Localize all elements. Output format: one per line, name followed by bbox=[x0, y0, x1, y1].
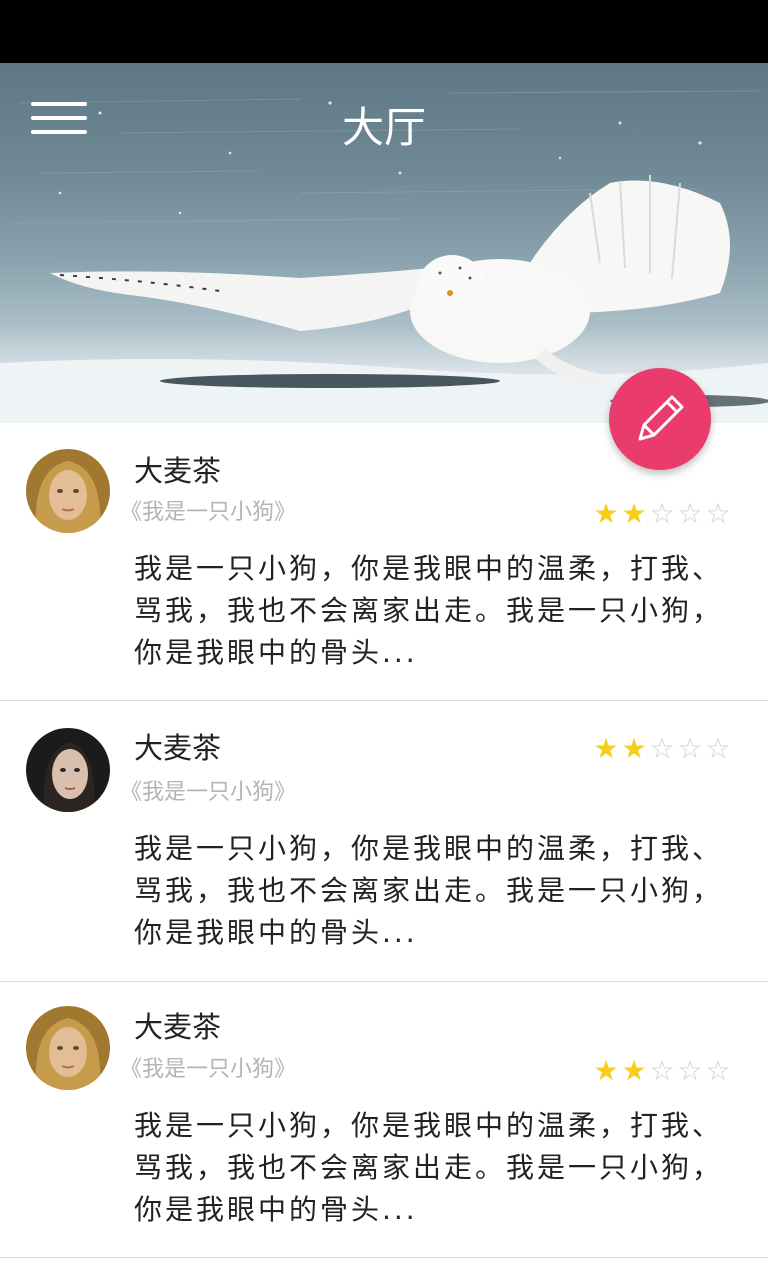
star-filled-icon: ★ bbox=[593, 497, 619, 530]
star-filled-icon: ★ bbox=[593, 1054, 619, 1087]
avatar[interactable] bbox=[26, 449, 110, 533]
post-item[interactable]: 大麦茶 《我是一只小狗》 ★ ★ ☆ ☆ ☆ 我是一只小狗，你是我眼中的温柔，打我、 骂… bbox=[0, 982, 768, 1258]
star-filled-icon: ★ bbox=[621, 497, 647, 530]
star-empty-icon: ☆ bbox=[649, 497, 675, 530]
book-title: 《我是一只小狗》 bbox=[120, 780, 297, 805]
author-name: 大麦茶 bbox=[134, 1010, 222, 1044]
star-filled-icon: ★ bbox=[621, 1054, 647, 1087]
excerpt-line: 我是一只小狗，你是我眼中的温柔，打我、 bbox=[134, 832, 724, 865]
post-list: 大麦茶 《我是一只小狗》 ★ ★ ☆ ☆ ☆ 我是一只小狗，你是我眼中的温柔，打我、 骂… bbox=[0, 423, 768, 1258]
star-rating: ★ ★ ☆ ☆ ☆ bbox=[592, 733, 732, 765]
star-empty-icon: ☆ bbox=[705, 497, 731, 530]
post-excerpt: 我是一只小狗，你是我眼中的温柔，打我、 骂我，我也不会离家出走。我是一只小狗， … bbox=[134, 828, 744, 954]
excerpt-line: 我是一只小狗，你是我眼中的温柔，打我、 bbox=[134, 1109, 724, 1142]
book-title: 《我是一只小狗》 bbox=[120, 500, 297, 525]
post-excerpt: 我是一只小狗，你是我眼中的温柔，打我、 骂我，我也不会离家出走。我是一只小狗， … bbox=[134, 1105, 744, 1231]
star-empty-icon: ☆ bbox=[705, 732, 731, 765]
star-rating: ★ ★ ☆ ☆ ☆ bbox=[592, 1055, 732, 1087]
avatar[interactable] bbox=[26, 728, 110, 812]
star-empty-icon: ☆ bbox=[677, 1054, 703, 1087]
status-bar bbox=[0, 0, 768, 63]
author-name: 大麦茶 bbox=[134, 454, 222, 488]
excerpt-line: 骂我，我也不会离家出走。我是一只小狗， bbox=[134, 1151, 724, 1184]
star-empty-icon: ☆ bbox=[649, 1054, 675, 1087]
star-empty-icon: ☆ bbox=[677, 497, 703, 530]
excerpt-line: 骂我，我也不会离家出走。我是一只小狗， bbox=[134, 874, 724, 907]
star-filled-icon: ★ bbox=[621, 732, 647, 765]
compose-button[interactable] bbox=[609, 368, 711, 470]
post-excerpt: 我是一只小狗，你是我眼中的温柔，打我、 骂我，我也不会离家出走。我是一只小狗， … bbox=[134, 548, 744, 674]
star-empty-icon: ☆ bbox=[677, 732, 703, 765]
excerpt-line: 我是一只小狗，你是我眼中的温柔，打我、 bbox=[134, 552, 724, 585]
post-item[interactable]: 大麦茶 《我是一只小狗》 ★ ★ ☆ ☆ ☆ 我是一只小狗，你是我眼中的温柔，打我、 骂… bbox=[0, 701, 768, 982]
pencil-icon bbox=[638, 395, 684, 441]
star-filled-icon: ★ bbox=[593, 732, 619, 765]
star-empty-icon: ☆ bbox=[705, 1054, 731, 1087]
page-title: 大厅 bbox=[341, 103, 426, 152]
author-name: 大麦茶 bbox=[134, 731, 222, 765]
excerpt-line: 你是我眼中的骨头... bbox=[134, 636, 418, 669]
excerpt-line: 骂我，我也不会离家出走。我是一只小狗， bbox=[134, 594, 724, 627]
star-empty-icon: ☆ bbox=[649, 732, 675, 765]
avatar[interactable] bbox=[26, 1006, 110, 1090]
star-rating: ★ ★ ☆ ☆ ☆ bbox=[592, 498, 732, 530]
excerpt-line: 你是我眼中的骨头... bbox=[134, 1193, 418, 1226]
excerpt-line: 你是我眼中的骨头... bbox=[134, 916, 418, 949]
book-title: 《我是一只小狗》 bbox=[120, 1057, 297, 1082]
